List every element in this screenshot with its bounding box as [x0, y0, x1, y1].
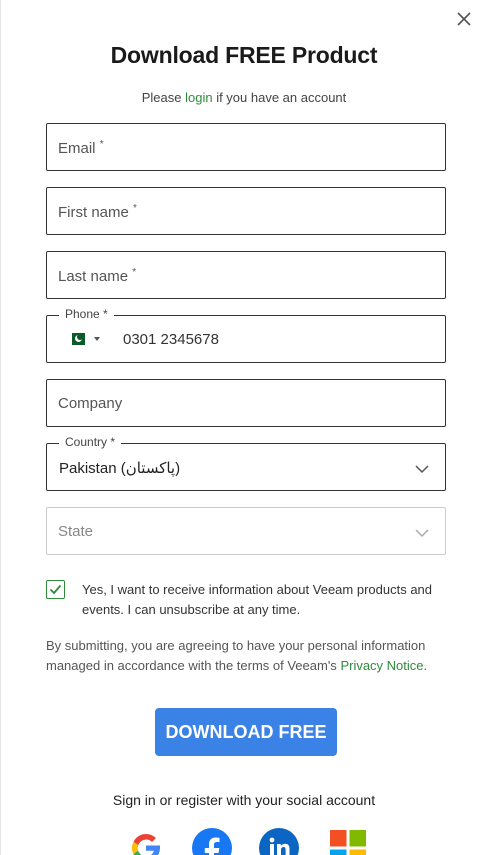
phone-input[interactable]: 0301 2345678	[123, 331, 219, 348]
consent-text: Yes, I want to receive information about…	[82, 582, 433, 617]
email-placeholder: Email *	[58, 139, 104, 157]
facebook-icon[interactable]	[192, 828, 232, 855]
phone-field[interactable]: Phone * 0301 2345678	[46, 307, 446, 363]
pakistan-flag-icon[interactable]	[67, 333, 85, 345]
state-placeholder: State	[58, 523, 94, 540]
checkmark-icon	[49, 584, 62, 595]
last-name-field[interactable]: Last name *	[46, 251, 446, 299]
email-field[interactable]: Email *	[46, 123, 446, 171]
state-select[interactable]: State	[46, 507, 446, 555]
google-icon[interactable]	[126, 828, 166, 855]
page-title: Download FREE Product	[110, 42, 378, 68]
company-field[interactable]: Company	[46, 379, 446, 427]
privacy-notice-link[interactable]: Privacy Notice	[340, 658, 423, 673]
country-value: Pakistan (پاکستان)	[59, 460, 181, 477]
linkedin-icon[interactable]	[259, 828, 299, 855]
first-name-field[interactable]: First name *	[46, 187, 446, 235]
login-prompt: Please login if you have an account	[1, 90, 487, 105]
login-link[interactable]: login	[185, 90, 212, 105]
login-prefix: Please	[141, 90, 182, 105]
chevron-down-icon	[415, 461, 429, 474]
country-code-caret-icon[interactable]	[94, 337, 100, 341]
microsoft-icon[interactable]	[328, 828, 368, 855]
social-signin-text: Sign in or register with your social acc…	[112, 792, 376, 808]
login-suffix: if you have an account	[216, 90, 347, 105]
phone-label: Phone *	[59, 307, 114, 321]
chevron-down-icon	[415, 525, 429, 538]
terms-text: By submitting, you are agreeing to have …	[46, 638, 428, 673]
download-free-button[interactable]: DOWNLOAD FREE	[155, 708, 337, 756]
company-placeholder: Company	[58, 395, 123, 412]
consent-checkbox[interactable]	[46, 580, 65, 599]
last-name-placeholder: Last name *	[58, 267, 137, 285]
close-icon[interactable]	[455, 10, 473, 28]
country-label: Country *	[59, 435, 122, 449]
first-name-placeholder: First name *	[58, 203, 137, 221]
download-modal: Download FREE Product Please login if yo…	[0, 0, 487, 855]
country-select[interactable]: Country * Pakistan (پاکستان)	[46, 435, 446, 491]
